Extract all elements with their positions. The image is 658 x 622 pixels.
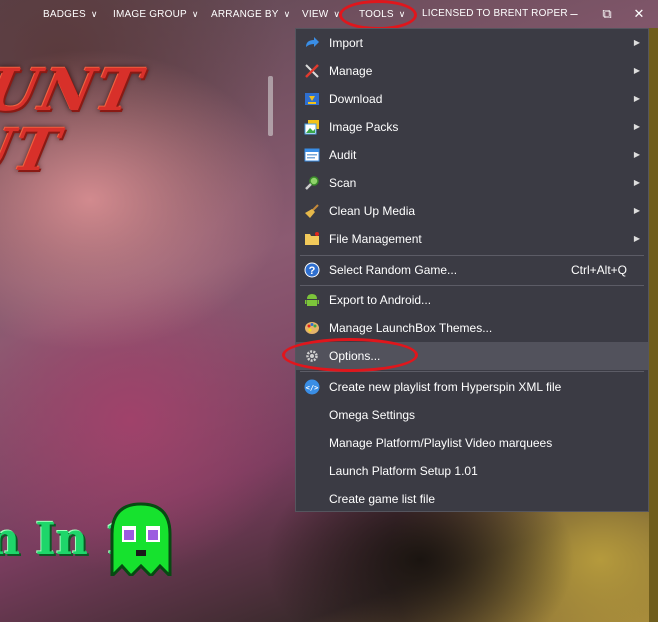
submenu-arrow-icon: ▶ xyxy=(633,38,640,47)
menu-item-audit[interactable]: Audit ▶ xyxy=(296,141,648,169)
menu-item-label: Select Random Game... xyxy=(329,263,458,277)
tools-dropdown-menu: Import ▶ Manage ▶ Download ▶ Image Packs… xyxy=(295,28,649,512)
menu-item-export-to-android[interactable]: Export to Android... xyxy=(296,286,648,314)
background-edge-strip xyxy=(649,28,658,622)
menu-item-manage-video-marquees[interactable]: Manage Platform/Playlist Video marquees xyxy=(296,429,648,457)
menu-item-manage-launchbox-themes[interactable]: Manage LaunchBox Themes... xyxy=(296,314,648,342)
menu-separator xyxy=(300,371,644,372)
chevron-down-icon: ∨ xyxy=(90,9,98,19)
menu-item-file-management[interactable]: File Management ▶ xyxy=(296,225,648,253)
menu-item-label: Create game list file xyxy=(329,492,436,506)
menu-item-clean-up-media[interactable]: Clean Up Media ▶ xyxy=(296,197,648,225)
tools-menu[interactable]: TOOLS ∨ xyxy=(359,0,406,28)
android-icon xyxy=(305,294,319,306)
palette-icon xyxy=(305,322,319,334)
submenu-arrow-icon: ▶ xyxy=(633,66,640,75)
menu-item-label: File Management xyxy=(329,232,422,246)
menu-item-label: Manage xyxy=(329,64,373,78)
menu-item-label: Clean Up Media xyxy=(329,204,416,218)
svg-text:</>: </> xyxy=(306,384,319,392)
audit-icon xyxy=(304,148,320,162)
image-packs-icon xyxy=(304,120,319,135)
menu-item-scan[interactable]: Scan ▶ xyxy=(296,169,648,197)
submenu-arrow-icon: ▶ xyxy=(633,150,640,159)
arrange-by-menu-label: ARRANGE BY xyxy=(211,9,279,20)
folder-icon xyxy=(305,232,319,245)
chevron-down-icon: ∨ xyxy=(283,9,291,19)
menu-item-create-playlist-hyperspin[interactable]: </> Create new playlist from Hyperspin X… xyxy=(296,373,648,401)
menu-item-select-random-game[interactable]: ? Select Random Game... Ctrl+Alt+Q xyxy=(296,256,648,284)
restore-window-icon[interactable]: ⧉ xyxy=(595,0,619,28)
minimize-icon[interactable]: – xyxy=(562,0,586,28)
menu-item-image-packs[interactable]: Image Packs ▶ xyxy=(296,113,648,141)
menu-item-label: Image Packs xyxy=(329,120,399,134)
top-menu-bar: BADGES ∨ IMAGE GROUP ∨ ARRANGE BY ∨ VIEW ∨ T… xyxy=(0,0,658,28)
submenu-arrow-icon: ▶ xyxy=(633,122,640,131)
menu-item-import[interactable]: Import ▶ xyxy=(296,29,648,57)
menu-item-label: Export to Android... xyxy=(329,293,432,307)
game-title-line-2: UT xyxy=(0,116,67,184)
chevron-down-icon: ∨ xyxy=(191,9,199,19)
download-icon xyxy=(305,93,319,105)
arrange-by-menu[interactable]: ARRANGE BY ∨ xyxy=(211,0,290,28)
image-group-menu[interactable]: IMAGE GROUP ∨ xyxy=(113,0,199,28)
menu-item-manage[interactable]: Manage ▶ xyxy=(296,57,648,85)
menu-item-label: Import xyxy=(329,36,364,50)
submenu-arrow-icon: ▶ xyxy=(633,234,640,243)
chevron-down-icon: ∨ xyxy=(398,9,406,19)
close-icon[interactable]: ✕ xyxy=(627,0,651,28)
code-globe-icon: </> xyxy=(304,379,320,395)
submenu-arrow-icon: ▶ xyxy=(633,206,640,215)
menu-item-label: Launch Platform Setup 1.01 xyxy=(329,464,478,478)
menu-item-label: Create new playlist from Hyperspin XML f… xyxy=(329,380,562,394)
import-arrow-icon xyxy=(306,37,319,47)
menu-item-label: Omega Settings xyxy=(329,408,416,422)
game-title-art: UNT UT xyxy=(0,56,149,184)
menu-item-label: Options... xyxy=(329,349,381,363)
menu-item-options[interactable]: Options... xyxy=(296,342,648,370)
menu-item-shortcut: Ctrl+Alt+Q xyxy=(570,263,627,277)
wrench-screwdriver-icon xyxy=(305,64,319,78)
tools-menu-label: TOOLS xyxy=(359,9,394,20)
scan-magnifier-icon xyxy=(305,176,319,190)
badges-menu-label: BADGES xyxy=(43,9,86,20)
game-title-line-1: UNT xyxy=(0,56,149,124)
menu-item-omega-settings[interactable]: Omega Settings xyxy=(296,401,648,429)
menu-item-launch-platform-setup[interactable]: Launch Platform Setup 1.01 xyxy=(296,457,648,485)
menu-item-label: Scan xyxy=(329,176,357,190)
submenu-arrow-icon: ▶ xyxy=(633,94,640,103)
ghost-icon xyxy=(110,502,172,576)
question-icon: ? xyxy=(304,262,320,278)
menu-item-create-game-list-file[interactable]: Create game list file xyxy=(296,485,648,513)
chevron-down-icon: ∨ xyxy=(333,9,341,19)
broom-icon xyxy=(305,204,319,218)
gear-icon xyxy=(306,350,318,362)
menu-item-label: Manage LaunchBox Themes... xyxy=(329,321,493,335)
view-menu-label: VIEW xyxy=(302,9,329,20)
menu-item-label: Audit xyxy=(329,148,357,162)
menu-item-label: Manage Platform/Playlist Video marquees xyxy=(329,436,553,450)
image-group-menu-label: IMAGE GROUP xyxy=(113,9,187,20)
scrollbar-thumb[interactable] xyxy=(268,76,273,136)
license-text: LICENSED TO BRENT ROPER xyxy=(422,8,568,19)
view-menu[interactable]: VIEW ∨ xyxy=(302,0,340,28)
menu-item-label: Download xyxy=(329,92,383,106)
svg-text:?: ? xyxy=(309,265,316,277)
badges-menu[interactable]: BADGES ∨ xyxy=(43,0,98,28)
menu-item-download[interactable]: Download ▶ xyxy=(296,85,648,113)
submenu-arrow-icon: ▶ xyxy=(633,178,640,187)
